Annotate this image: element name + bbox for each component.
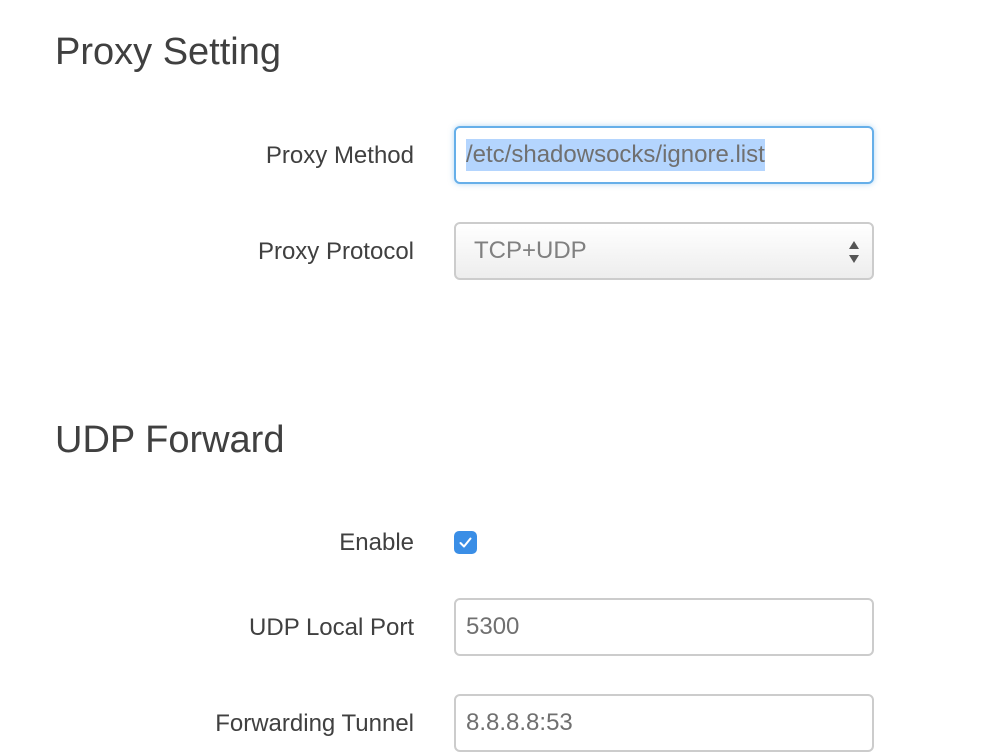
proxy-protocol-select[interactable]: TCP+UDP: [454, 222, 874, 280]
proxy-protocol-label: Proxy Protocol: [257, 238, 414, 265]
enable-checkbox[interactable]: [454, 531, 477, 554]
proxy-method-input[interactable]: /etc/shadowsocks/ignore.list: [454, 126, 874, 184]
proxy-setting-title: Proxy Setting: [55, 31, 281, 73]
settings-page: Proxy Setting Proxy Method /etc/shadowso…: [0, 0, 994, 756]
proxy-method-row: Proxy Method /etc/shadowsocks/ignore.lis…: [0, 126, 994, 186]
proxy-protocol-row: Proxy Protocol TCP+UDP: [0, 222, 994, 282]
udp-local-port-value: 5300: [466, 613, 520, 640]
forwarding-tunnel-row: Forwarding Tunnel 8.8.8.8:53: [0, 694, 994, 754]
checkmark-icon: [459, 537, 472, 548]
forwarding-tunnel-value: 8.8.8.8:53: [466, 709, 573, 736]
enable-row: Enable: [0, 528, 994, 558]
forwarding-tunnel-label: Forwarding Tunnel: [215, 710, 414, 737]
udp-local-port-label: UDP Local Port: [249, 614, 414, 641]
enable-label: Enable: [339, 529, 414, 556]
forwarding-tunnel-input[interactable]: 8.8.8.8:53: [454, 694, 874, 752]
proxy-method-label: Proxy Method: [265, 142, 414, 169]
udp-forward-title: UDP Forward: [55, 419, 285, 461]
proxy-protocol-value: TCP+UDP: [474, 237, 587, 264]
udp-local-port-input[interactable]: 5300: [454, 598, 874, 656]
proxy-method-value: /etc/shadowsocks/ignore.list: [466, 139, 765, 171]
udp-local-port-row: UDP Local Port 5300: [0, 598, 994, 658]
select-arrows-icon: [849, 241, 859, 263]
